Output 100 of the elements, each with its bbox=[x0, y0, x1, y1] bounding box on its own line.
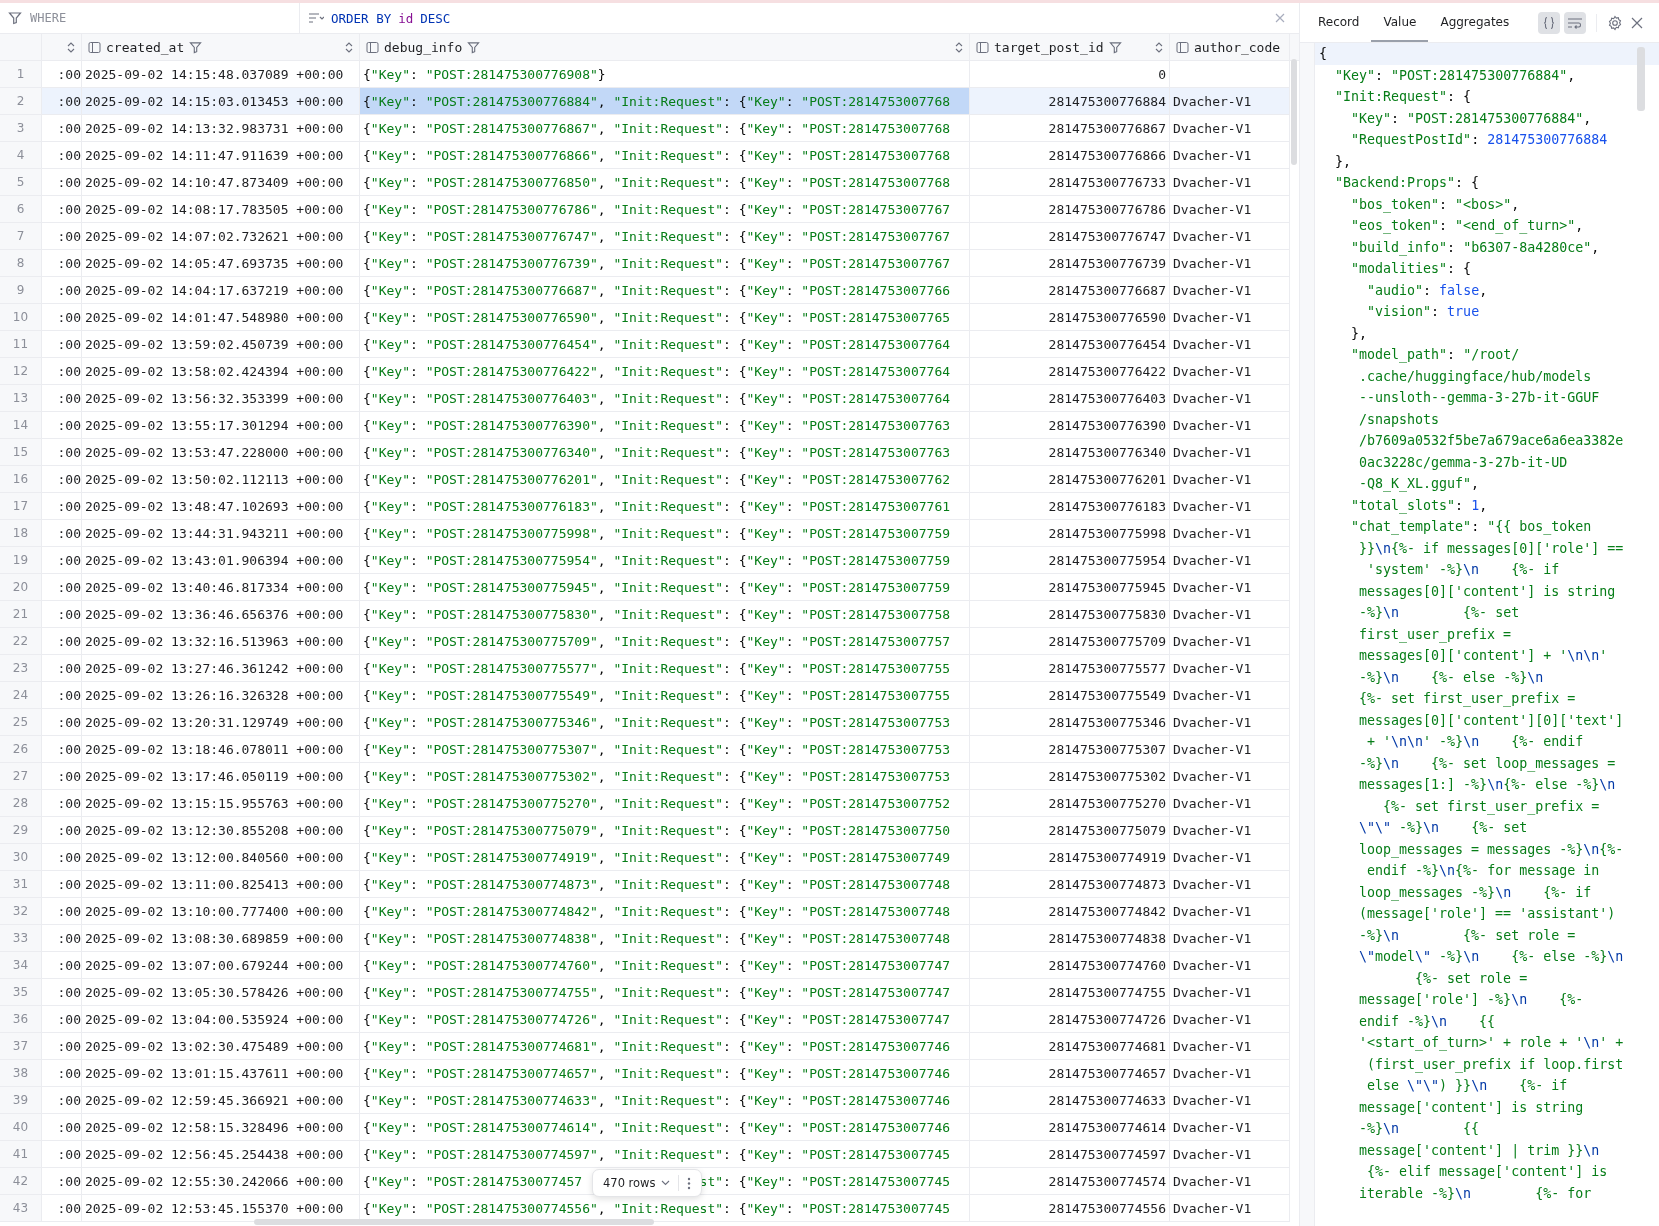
code-line: "Key": "POST:281475300776884", bbox=[1334, 66, 1577, 85]
table-cell: {"Key": "POST:281475300776866", "Init:Request": {"Key": "POST:2814753007768 bbox=[360, 142, 970, 169]
braces-toggle[interactable] bbox=[1538, 11, 1560, 34]
table-cell: Dvacher-V1 bbox=[1170, 439, 1290, 466]
table-cell: :00 bbox=[42, 304, 82, 331]
code-line: "Backend:Props": { bbox=[1334, 174, 1481, 192]
table-cell: {"Key": "POST:281475300775346", "Init:Request": {"Key": "POST:2814753007753 bbox=[360, 709, 970, 736]
table-cell: :00 bbox=[42, 628, 82, 655]
table-cell: :00 bbox=[42, 1168, 82, 1195]
table-cell: {"Key": "POST:281475300774597", "Init:Request": {"Key": "POST:2814753007745 bbox=[360, 1141, 970, 1168]
code-line: messages[1:] -%}\n{%- else -%}\n bbox=[1358, 776, 1617, 794]
filter-icon bbox=[8, 11, 22, 25]
code-line: "modalities": { bbox=[1350, 260, 1473, 278]
table-cell: 2025-09-02 13:40:46.817334 +00:00 bbox=[82, 574, 360, 601]
table-cell: 2025-09-02 13:55:17.301294 +00:00 bbox=[82, 412, 360, 439]
code-line: endif -%}\n{%- for message in bbox=[1366, 862, 1601, 880]
scrollbar-thumb[interactable] bbox=[1637, 47, 1645, 111]
code-line: "bos_token": "<bos>", bbox=[1350, 195, 1521, 215]
table-cell: {"Key": "POST:281475300775830", "Init:Request": {"Key": "POST:2814753007758 bbox=[360, 601, 970, 628]
row-number: 38 bbox=[0, 1060, 42, 1087]
table-cell: Dvacher-V1 bbox=[1170, 358, 1290, 385]
column-header[interactable]: created_at bbox=[82, 34, 360, 60]
table-cell: {"Key": "POST:281475300774842", "Init:Request": {"Key": "POST:2814753007748 bbox=[360, 898, 970, 925]
table-cell: {"Key": "POST:281475300776590", "Init:Request": {"Key": "POST:2814753007765 bbox=[360, 304, 970, 331]
code-line: -Q8_K_XL.gguf", bbox=[1358, 475, 1481, 494]
column-header[interactable]: target_post_id bbox=[970, 34, 1170, 60]
table-cell: Dvacher-V1 bbox=[1170, 898, 1290, 925]
table-cell: :00 bbox=[42, 736, 82, 763]
column-header[interactable]: author_code bbox=[1170, 34, 1290, 60]
table-cell: 2025-09-02 13:12:00.840560 +00:00 bbox=[82, 844, 360, 871]
table-cell: Dvacher-V1 bbox=[1170, 790, 1290, 817]
table-cell: :00 bbox=[42, 1033, 82, 1060]
table-cell: Dvacher-V1 bbox=[1170, 574, 1290, 601]
settings-icon[interactable] bbox=[1607, 14, 1623, 31]
close-icon[interactable] bbox=[1275, 13, 1285, 23]
sort-icon[interactable] bbox=[1155, 41, 1163, 53]
sort-icon[interactable] bbox=[345, 41, 353, 53]
code-line: "vision": true bbox=[1366, 303, 1481, 321]
column-header[interactable]: debug_info bbox=[360, 34, 970, 60]
table-cell: Dvacher-V1 bbox=[1170, 520, 1290, 547]
table-cell: 2025-09-02 13:53:47.228000 +00:00 bbox=[82, 439, 360, 466]
table-cell: Dvacher-V1 bbox=[1170, 142, 1290, 169]
table-cell: 2025-09-02 13:07:00.679244 +00:00 bbox=[82, 952, 360, 979]
table-cell: :00 bbox=[42, 250, 82, 277]
scrollbar-thumb[interactable] bbox=[254, 1219, 654, 1225]
table-cell: {"Key": "POST:281475300775709", "Init:Request": {"Key": "POST:2814753007757 bbox=[360, 628, 970, 655]
sort-icon[interactable] bbox=[955, 41, 963, 53]
filter-icon[interactable] bbox=[189, 40, 203, 54]
table-cell: :00 bbox=[42, 1006, 82, 1033]
code-line: message['content'] | trim }}\n bbox=[1358, 1141, 1601, 1161]
table-cell: :00 bbox=[42, 925, 82, 952]
code-line: 'system' -%}\n {%- if bbox=[1366, 561, 1561, 579]
more-icon[interactable] bbox=[686, 1176, 691, 1190]
code-line: message['content'] is string bbox=[1358, 1098, 1585, 1117]
row-number: 20 bbox=[0, 574, 42, 601]
table-cell: 281475300775302 bbox=[970, 763, 1170, 790]
code-line: "eos_token": "<end_of_turn>", bbox=[1350, 217, 1585, 236]
table-cell: 281475300774597 bbox=[970, 1141, 1170, 1168]
panel-tab[interactable]: Aggregates bbox=[1428, 3, 1522, 42]
code-line: /snapshots bbox=[1358, 410, 1441, 429]
table-cell: 2025-09-02 14:08:17.783505 +00:00 bbox=[82, 196, 360, 223]
table-cell: 281475300775830 bbox=[970, 601, 1170, 628]
table-cell: Dvacher-V1 bbox=[1170, 736, 1290, 763]
filter-icon[interactable] bbox=[467, 40, 481, 54]
row-number: 26 bbox=[0, 736, 42, 763]
code-line: \"\" -%}\n {%- set bbox=[1358, 819, 1529, 837]
close-icon[interactable] bbox=[1631, 16, 1643, 29]
code-line: --unsloth--gemma-3-27b-it-GGUF bbox=[1358, 389, 1601, 407]
filter-icon[interactable] bbox=[1108, 40, 1122, 54]
code-line: (message['role'] == 'assistant') bbox=[1358, 905, 1617, 923]
table-cell: :00 bbox=[42, 952, 82, 979]
table-cell: Dvacher-V1 bbox=[1170, 1168, 1290, 1195]
code-line: endif -%}\n {{ bbox=[1358, 1012, 1497, 1031]
table-cell: 281475300776403 bbox=[970, 385, 1170, 412]
table-cell: {"Key": "POST:281475300775307", "Init:Request": {"Key": "POST:2814753007753 bbox=[360, 736, 970, 763]
table-cell: {"Key": "POST:281475300774657", "Init:Request": {"Key": "POST:2814753007746 bbox=[360, 1060, 970, 1087]
table-cell: 2025-09-02 14:04:17.637219 +00:00 bbox=[82, 277, 360, 304]
table-cell: :00 bbox=[42, 115, 82, 142]
table-cell: {"Key": "POST:281475300774760", "Init:Request": {"Key": "POST:2814753007747 bbox=[360, 952, 970, 979]
panel-tab[interactable]: Record bbox=[1306, 3, 1372, 42]
code-line: "Init:Request": { bbox=[1334, 88, 1473, 106]
code-line: }}\n{%- if messages[0]['role'] == bbox=[1358, 539, 1625, 558]
table-cell: Dvacher-V1 bbox=[1170, 844, 1290, 871]
table-cell: 281475300775549 bbox=[970, 682, 1170, 709]
table-cell: 281475300774755 bbox=[970, 979, 1170, 1006]
table-cell: 281475300776340 bbox=[970, 439, 1170, 466]
table-cell: 281475300776590 bbox=[970, 304, 1170, 331]
soft-wrap-toggle[interactable] bbox=[1564, 11, 1586, 34]
where-field[interactable]: WHERE bbox=[28, 10, 232, 26]
scrollbar-thumb[interactable] bbox=[1291, 59, 1297, 165]
row-number: 17 bbox=[0, 493, 42, 520]
table-cell: {"Key": "POST:281475300775549", "Init:Request": {"Key": "POST:2814753007755 bbox=[360, 682, 970, 709]
row-count-dropdown[interactable]: 470 rows bbox=[603, 1176, 670, 1190]
table-cell: 281475300775709 bbox=[970, 628, 1170, 655]
table-cell: 281475300774681 bbox=[970, 1033, 1170, 1060]
code-line: "build_info": "b6307-8a4280ce", bbox=[1350, 238, 1601, 258]
order-by-field[interactable]: ORDER BY id DESC bbox=[300, 3, 1267, 33]
code-line: "chat_template": "{{ bos_token bbox=[1350, 518, 1593, 537]
sort-icon[interactable] bbox=[67, 41, 75, 53]
table-cell: 281475300776747 bbox=[970, 223, 1170, 250]
